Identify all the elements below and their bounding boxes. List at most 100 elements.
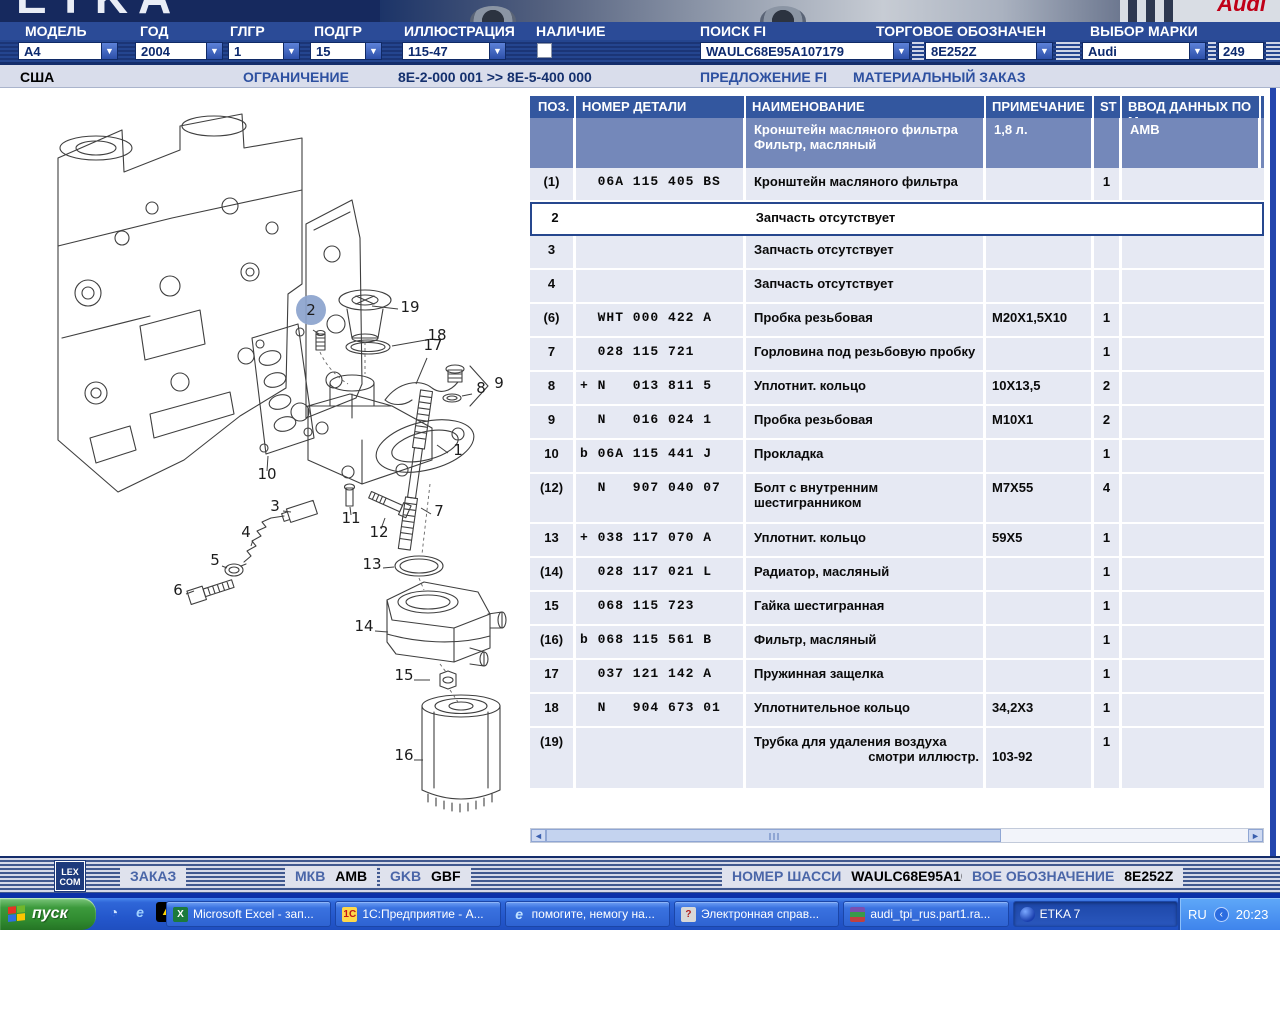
table-row[interactable]: 7 028 115 721Горловина под резьбовую про… bbox=[530, 338, 1264, 372]
start-button[interactable]: пуск bbox=[0, 898, 96, 930]
fi-offer-link[interactable]: ПРЕДЛОЖЕНИЕ FI bbox=[700, 69, 827, 85]
illustration-dropdown[interactable]: 115-47 ▼ bbox=[402, 42, 506, 60]
cell-position: 4 bbox=[530, 270, 576, 302]
taskbar-button[interactable]: ?Электронная справ... bbox=[674, 901, 839, 927]
desktop-icon[interactable]: ◔ bbox=[104, 902, 124, 922]
order-chip[interactable]: ЗАКАЗ bbox=[120, 866, 186, 887]
brand-select-label: ВЫБОР МАРКИ bbox=[1090, 23, 1198, 39]
diagram-callout-11[interactable]: 11 bbox=[341, 509, 360, 527]
taskbar-button[interactable]: XMicrosoft Excel - зап... bbox=[166, 901, 331, 927]
diagram-callout-9[interactable]: 9 bbox=[494, 374, 504, 392]
col-header-note[interactable]: ПРИМЕЧАНИЕ bbox=[986, 96, 1094, 118]
table-row[interactable]: 10b 06A 115 441 JПрокладка 1 bbox=[530, 440, 1264, 474]
trade-designation-dropdown[interactable]: 8E252Z ▼ bbox=[925, 42, 1053, 60]
diagram-callout-13[interactable]: 13 bbox=[362, 555, 381, 573]
table-row[interactable]: 13+ 038 117 070 AУплотнит. кольцо59X51 bbox=[530, 524, 1264, 558]
diagram-callout-7[interactable]: 7 bbox=[434, 502, 444, 520]
fi-search-dropdown[interactable]: WAULC68E95A107179 ▼ bbox=[700, 42, 910, 60]
clock[interactable]: 20:23 bbox=[1236, 907, 1269, 922]
chevron-down-icon[interactable]: ▼ bbox=[489, 43, 505, 59]
restriction-link[interactable]: ОГРАНИЧЕНИЕ bbox=[243, 69, 349, 85]
chevron-down-icon[interactable]: ▼ bbox=[1189, 43, 1205, 59]
cell-remark: M7X55 bbox=[986, 474, 1094, 522]
diagram-callout-17[interactable]: 17 bbox=[423, 336, 442, 354]
diagram-callout-8[interactable]: 8 bbox=[476, 379, 486, 397]
table-row[interactable]: 9 N 016 024 1Пробка резьбоваяM10X12 bbox=[530, 406, 1264, 440]
col-header-part[interactable]: НОМЕР ДЕТАЛИ bbox=[576, 96, 746, 118]
info-statusbar: LEX COM ЗАКАЗ МКВ AMB GKB GBF НОМЕР ШАСС… bbox=[0, 856, 1280, 893]
scroll-right-button[interactable]: ► bbox=[1248, 829, 1263, 842]
table-row[interactable]: 15 068 115 723Гайка шестигранная 1 bbox=[530, 592, 1264, 626]
subgroup-dropdown[interactable]: 15 ▼ bbox=[310, 42, 382, 60]
chevron-down-icon[interactable]: ▼ bbox=[206, 43, 222, 59]
table-row[interactable]: 17 037 121 142 AПружинная защелка 1 bbox=[530, 660, 1264, 694]
table-row[interactable]: Кронштейн масляного фильтра Фильтр, масл… bbox=[530, 118, 1264, 168]
scrollbar-track[interactable] bbox=[546, 829, 1248, 842]
language-indicator[interactable]: RU bbox=[1188, 907, 1207, 922]
cell-part-number: WHT 000 422 A bbox=[576, 304, 746, 336]
diagram-callout-2[interactable]: 2 bbox=[306, 301, 316, 319]
scrollbar-thumb[interactable] bbox=[546, 829, 1001, 842]
code-field[interactable]: 249 bbox=[1218, 42, 1264, 60]
cell-remark bbox=[986, 558, 1094, 590]
model-dropdown[interactable]: A4 ▼ bbox=[18, 42, 118, 60]
col-header-name[interactable]: НАИМЕНОВАНИЕ bbox=[746, 96, 986, 118]
cell-part-number: 068 115 723 bbox=[576, 592, 746, 624]
col-header-qty[interactable]: ST bbox=[1094, 96, 1122, 118]
cell-remark: 34,2X3 bbox=[986, 694, 1094, 726]
table-row[interactable]: 8+ N 013 811 5Уплотнит. кольцо10X13,52 bbox=[530, 372, 1264, 406]
diagram-callout-1[interactable]: 1 bbox=[453, 441, 463, 459]
diagram-callout-3[interactable]: 3 bbox=[270, 497, 280, 515]
cell-position: 3 bbox=[530, 236, 576, 268]
cell-part-name: Трубка для удаления воздухасмотри иллюст… bbox=[746, 728, 986, 788]
ie-icon[interactable]: e bbox=[130, 902, 150, 922]
table-row-selected[interactable]: 2Запчасть отсутствует bbox=[530, 202, 1264, 236]
diagram-callout-12[interactable]: 12 bbox=[369, 523, 388, 541]
availability-checkbox[interactable] bbox=[537, 43, 552, 58]
diagram-callout-6[interactable]: 6 bbox=[173, 581, 183, 599]
chassis-range: 8E-2-000 001 >> 8E-5-400 000 bbox=[398, 69, 592, 85]
table-row[interactable]: (12) N 907 040 07Болт с внутренним шести… bbox=[530, 474, 1264, 524]
maingroup-dropdown[interactable]: 1 ▼ bbox=[228, 42, 300, 60]
cell-remark bbox=[986, 660, 1094, 692]
system-tray: RU ‹ 20:23 bbox=[1178, 898, 1280, 930]
diagram-callout-19[interactable]: 19 bbox=[400, 298, 419, 316]
scroll-left-button[interactable]: ◄ bbox=[531, 829, 546, 842]
chevron-down-icon[interactable]: ▼ bbox=[365, 43, 381, 59]
cell-position bbox=[530, 118, 576, 168]
chevron-down-icon[interactable]: ▼ bbox=[101, 43, 117, 59]
callout-leader-line bbox=[383, 567, 394, 568]
diagram-callout-5[interactable]: 5 bbox=[210, 551, 220, 569]
taskbar-button[interactable]: audi_tpi_rus.part1.ra... bbox=[843, 901, 1008, 927]
diagram-callout-10[interactable]: 10 bbox=[257, 465, 276, 483]
table-row[interactable]: 18 N 904 673 01Уплотнительное кольцо34,2… bbox=[530, 694, 1264, 728]
parts-diagram: 19181729811031112456713141516 bbox=[0, 88, 528, 856]
table-row[interactable]: 4Запчасть отсутствует bbox=[530, 270, 1264, 304]
chevron-down-icon[interactable]: ▼ bbox=[1036, 43, 1052, 59]
table-row[interactable]: (16)b 068 115 561 BФильтр, масляный 1 bbox=[530, 626, 1264, 660]
table-row[interactable]: (19)Трубка для удаления воздухасмотри ил… bbox=[530, 728, 1264, 790]
taskbar-button[interactable]: 1C1С:Предприятие - А... bbox=[335, 901, 500, 927]
table-header-row: ПОЗ. НОМЕР ДЕТАЛИ НАИМЕНОВАНИЕ ПРИМЕЧАНИ… bbox=[530, 96, 1264, 118]
chevron-down-icon[interactable]: ▼ bbox=[283, 43, 299, 59]
year-dropdown[interactable]: 2004 ▼ bbox=[135, 42, 223, 60]
brand-dropdown[interactable]: Audi ▼ bbox=[1082, 42, 1206, 60]
taskbar-button[interactable]: eпомогите, немогу на... bbox=[505, 901, 670, 927]
col-header-model[interactable]: ВВОД ДАННЫХ ПО М bbox=[1122, 96, 1261, 118]
hide-icons-button[interactable]: ‹ bbox=[1214, 907, 1229, 922]
table-row[interactable]: (14) 028 117 021 LРадиатор, масляный 1 bbox=[530, 558, 1264, 592]
taskbar-button[interactable]: ETKA 7 bbox=[1013, 901, 1178, 927]
cell-position: 7 bbox=[530, 338, 576, 370]
table-row[interactable]: (1) 06A 115 405 BSКронштейн масляного фи… bbox=[530, 168, 1264, 202]
diagram-callout-15[interactable]: 15 bbox=[394, 666, 413, 684]
material-order-link[interactable]: МАТЕРИАЛЬНЫЙ ЗАКАЗ bbox=[853, 69, 1026, 85]
diagram-callout-4[interactable]: 4 bbox=[241, 523, 251, 541]
diagram-callout-14[interactable]: 14 bbox=[354, 617, 373, 635]
chevron-down-icon[interactable]: ▼ bbox=[893, 43, 909, 59]
table-row[interactable]: (6) WHT 000 422 AПробка резьбоваяM20X1,5… bbox=[530, 304, 1264, 338]
diagram-callout-16[interactable]: 16 bbox=[394, 746, 413, 764]
col-header-pos[interactable]: ПОЗ. bbox=[530, 96, 576, 118]
table-horizontal-scrollbar[interactable]: ◄ ► bbox=[530, 828, 1264, 843]
cell-model-code bbox=[1122, 728, 1261, 788]
table-row[interactable]: 3Запчасть отсутствует bbox=[530, 236, 1264, 270]
